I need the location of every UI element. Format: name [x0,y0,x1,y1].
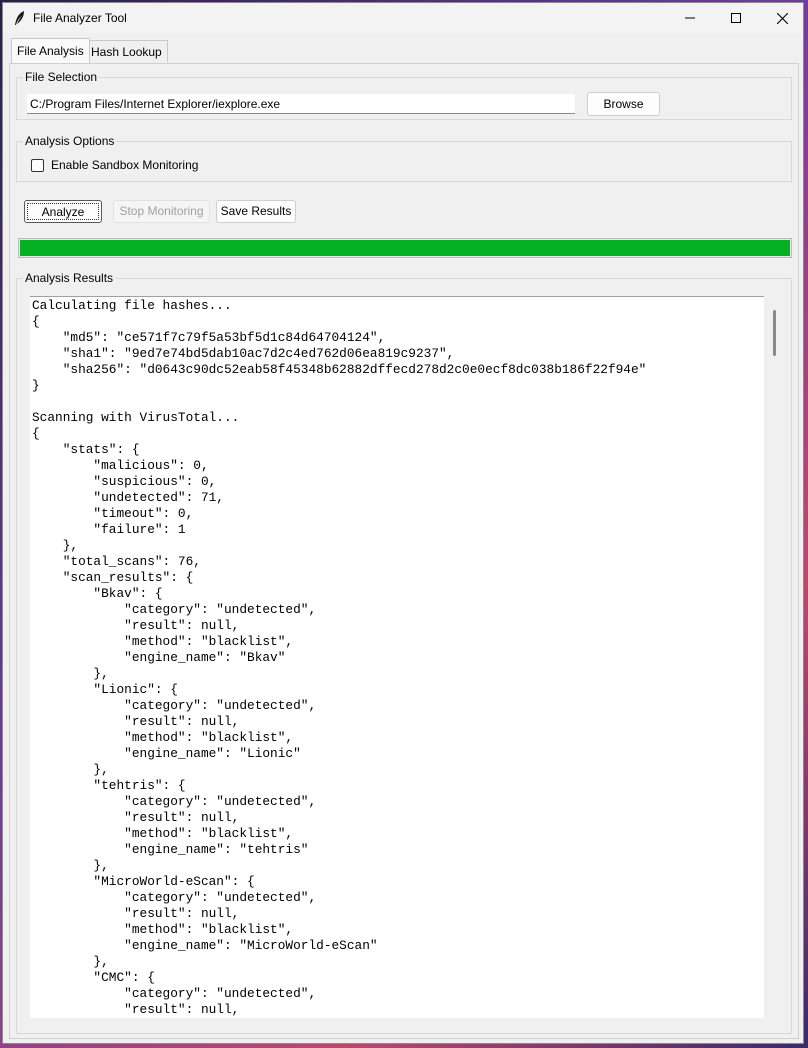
window-title: File Analyzer Tool [33,11,127,25]
stop-monitoring-button[interactable]: Stop Monitoring [113,200,210,223]
file-path-input[interactable] [27,94,575,114]
file-selection-group: File Selection Browse [16,69,792,120]
analysis-options-label: Analysis Options [23,133,117,149]
results-scrollbar[interactable] [766,296,784,1018]
scrollbar-thumb[interactable] [773,310,776,356]
minimize-icon [685,17,695,19]
stop-monitoring-button-label: Stop Monitoring [119,204,204,218]
close-button[interactable] [759,3,803,33]
feather-icon [15,11,24,25]
sandbox-checkbox[interactable] [31,159,44,172]
analyze-button[interactable]: Analyze [24,200,102,223]
tab-hash-lookup[interactable]: Hash Lookup [85,40,168,62]
save-results-button[interactable]: Save Results [216,200,296,223]
maximize-button[interactable] [713,3,759,33]
save-results-button-label: Save Results [220,204,292,218]
progress-bar [18,238,792,258]
analysis-results-label: Analysis Results [23,270,116,286]
file-selection-label: File Selection [23,69,100,85]
tab-file-analysis[interactable]: File Analysis [11,38,90,63]
title-bar[interactable]: File Analyzer Tool [3,3,803,33]
analyze-button-label: Analyze [41,205,85,219]
results-textbox[interactable]: Calculating file hashes... { "md5": "ce5… [30,296,764,1018]
minimize-button[interactable] [667,3,713,33]
close-icon [776,12,788,24]
file-analysis-panel: File Selection Browse Analysis Options E… [9,63,799,1039]
app-window: File Analyzer Tool File Analysis Hash Lo… [2,2,804,1044]
maximize-icon [731,13,741,23]
results-text-content: Calculating file hashes... { "md5": "ce5… [32,298,647,1017]
browse-button[interactable]: Browse [587,92,660,116]
sandbox-checkbox-label[interactable]: Enable Sandbox Monitoring [51,158,198,172]
analyze-focus-ring: Analyze [27,203,99,220]
browse-button-label: Browse [603,97,644,111]
progress-bar-fill [20,240,790,256]
analysis-options-group: Analysis Options Enable Sandbox Monitori… [16,133,792,182]
